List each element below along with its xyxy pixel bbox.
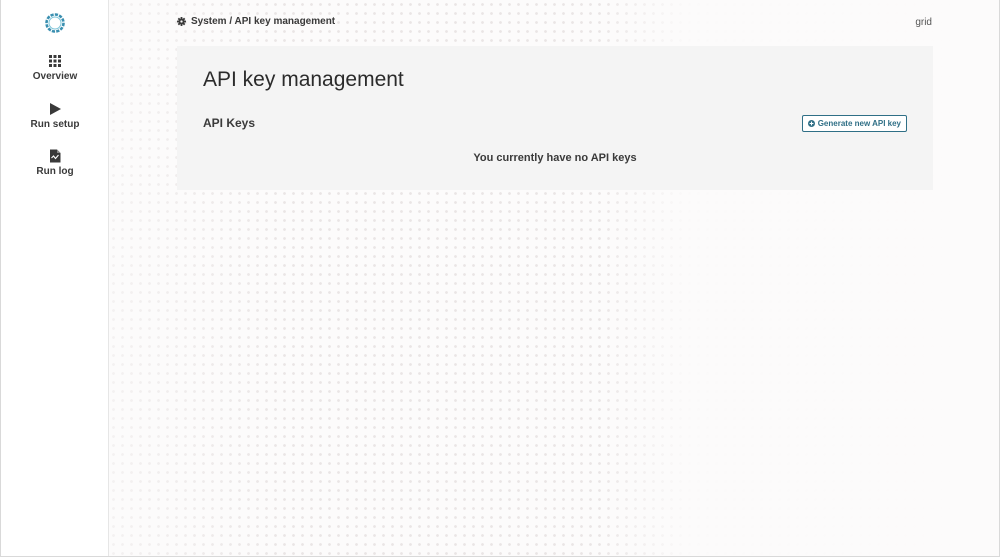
generate-api-key-label: Generate new API key	[817, 119, 901, 128]
sidebar-item-run-log[interactable]: Run log	[1, 149, 109, 177]
gear-icon	[177, 17, 186, 26]
play-icon	[50, 103, 61, 115]
page-title: API key management	[203, 68, 404, 91]
section-title: API Keys	[203, 116, 256, 130]
generate-api-key-button[interactable]: Generate new API key	[801, 115, 907, 132]
user-name[interactable]: grid	[915, 17, 932, 28]
sidebar-item-label: Run setup	[30, 119, 80, 130]
grid-icon	[49, 55, 61, 67]
main-content: System / API key management grid API key…	[109, 0, 999, 556]
plus-circle-icon	[807, 120, 815, 127]
sidebar-item-overview[interactable]: Overview	[1, 54, 109, 82]
api-key-card: API key management API Keys Generate new…	[177, 46, 933, 190]
breadcrumb-text[interactable]: System / API key management	[191, 16, 335, 27]
file-icon	[50, 149, 61, 163]
empty-state-message: You currently have no API keys	[473, 152, 637, 164]
sidebar-item-label: Run log	[36, 166, 74, 177]
app-logo-icon[interactable]	[43, 11, 67, 35]
sidebar-item-run-setup[interactable]: Run setup	[1, 102, 109, 130]
sidebar: Overview Run setup Run log	[1, 0, 109, 556]
breadcrumb: System / API key management	[177, 16, 335, 27]
app-window: Overview Run setup Run log System / API …	[0, 0, 1000, 557]
sidebar-item-label: Overview	[32, 71, 78, 82]
